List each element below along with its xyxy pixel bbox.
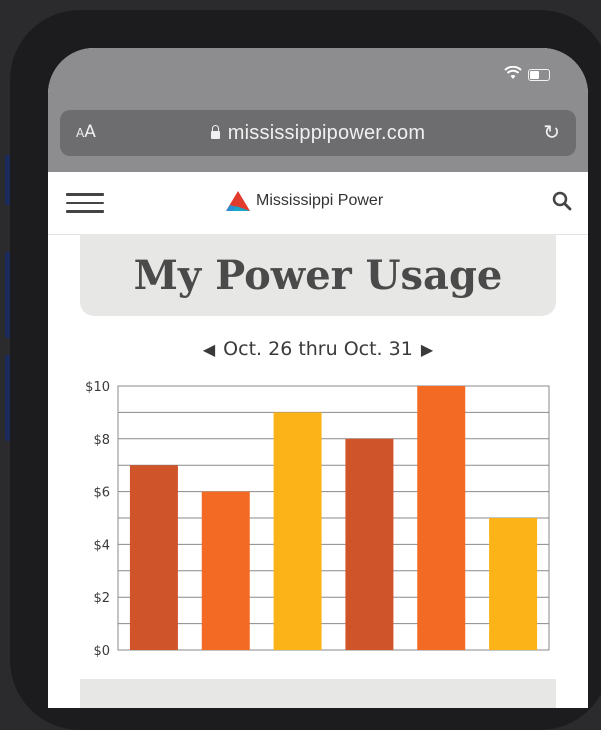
previous-range-button[interactable]: ◀ [203, 340, 215, 359]
lock-icon [210, 125, 220, 139]
date-range-selector: ◀ Oct. 26 thru Oct. 31 ▶ [48, 338, 588, 360]
y-tick-label: $4 [93, 538, 110, 553]
usage-details-panel [80, 679, 556, 708]
y-tick-label: $6 [93, 486, 110, 501]
y-tick-label: $8 [93, 433, 110, 448]
page-title-banner: My Power Usage [80, 234, 556, 316]
brand-logo-icon [226, 191, 250, 211]
site-header: Mississippi Power [48, 172, 588, 235]
y-tick-label: $0 [93, 644, 110, 659]
date-range-label: Oct. 26 thru Oct. 31 [223, 338, 413, 360]
phone-frame: AA mississippipower.com ↻ Mississippi Po… [10, 10, 601, 730]
y-tick-label: $10 [85, 380, 110, 395]
browser-toolbar: AA mississippipower.com ↻ [48, 110, 588, 172]
usage-bar[interactable] [489, 518, 538, 650]
brand-name: Mississippi Power [256, 192, 384, 209]
usage-bar[interactable] [345, 438, 394, 650]
phone-screen: AA mississippipower.com ↻ Mississippi Po… [48, 48, 588, 708]
status-bar [48, 48, 588, 110]
reload-icon[interactable]: ↻ [543, 120, 560, 144]
battery-icon [528, 68, 550, 81]
y-tick-label: $2 [93, 591, 110, 606]
wifi-icon [504, 65, 522, 83]
usage-bar[interactable] [417, 386, 466, 650]
address-bar[interactable]: AA mississippipower.com ↻ [60, 110, 576, 156]
text-size-button[interactable]: AA [76, 122, 96, 142]
usage-bar[interactable] [129, 465, 178, 650]
search-icon[interactable] [552, 191, 572, 211]
status-icons [504, 65, 550, 83]
next-range-button[interactable]: ▶ [421, 340, 433, 359]
menu-icon[interactable] [66, 193, 104, 219]
url-text: mississippipower.com [227, 121, 426, 144]
usage-bar[interactable] [201, 491, 250, 650]
usage-bar[interactable] [273, 412, 322, 650]
page-title: My Power Usage [133, 251, 503, 299]
usage-bar-chart: $0 $2 $4 $6 $8 $10 [85, 380, 550, 659]
brand-logo-link[interactable]: Mississippi Power [226, 191, 383, 211]
